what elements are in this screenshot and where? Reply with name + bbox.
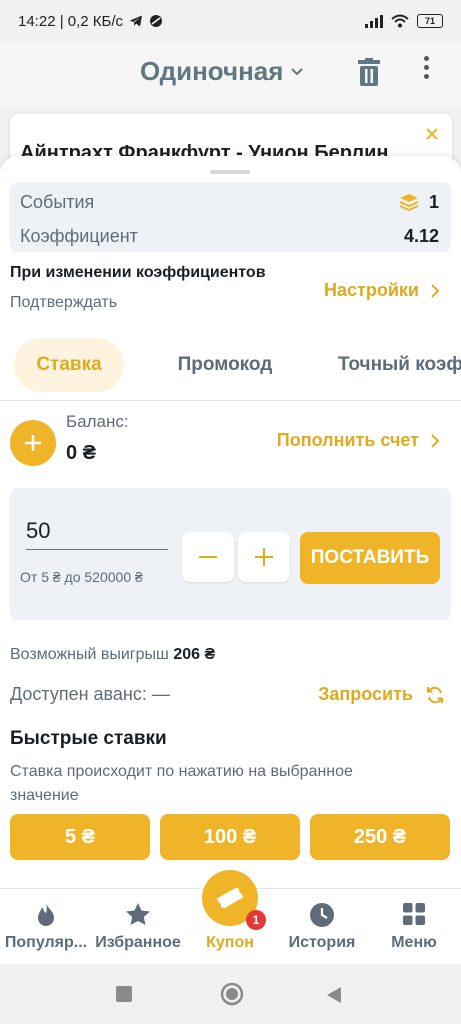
chevron-right-icon (431, 433, 439, 448)
nav-menu[interactable]: Меню (368, 890, 460, 964)
stake-panel: 50 От 5 ₴ до 520000 ₴ ПОСТАВИТЬ (10, 488, 451, 620)
add-funds-button[interactable] (10, 420, 56, 466)
more-dot-icon (424, 65, 429, 70)
balance-label: Баланс: (66, 412, 129, 431)
more-dot-icon (424, 74, 429, 79)
battery-level: 71 (424, 16, 435, 26)
grid-icon (403, 903, 425, 925)
nav-coupon-label: Купон (206, 934, 254, 951)
nav-favorites[interactable]: Избранное (92, 890, 184, 964)
battery-icon: 71 (417, 14, 443, 28)
nav-history-label: История (288, 934, 356, 951)
balance-value: 0 ₴ (66, 442, 97, 464)
telegram-icon (130, 15, 143, 27)
ticket-icon (216, 888, 244, 908)
wifi-icon (391, 14, 409, 28)
decrease-stake-button[interactable] (182, 532, 234, 582)
quick-bets-description: Ставка происходит по нажатию на выбранно… (10, 763, 353, 804)
chevron-down-icon (291, 67, 304, 75)
trash-button[interactable] (356, 58, 382, 93)
nav-coupon[interactable]: 1 Купон (184, 870, 276, 964)
quick-bet-button[interactable]: 100 ₴ (160, 814, 300, 860)
request-advance-label: Запросить (318, 684, 413, 704)
minus-icon (199, 556, 217, 558)
close-icon (426, 128, 438, 140)
bet-type-dropdown[interactable]: Одиночная (140, 56, 304, 87)
more-dot-icon (424, 56, 429, 61)
fire-icon (38, 903, 54, 926)
stake-amount-input[interactable]: 50 (26, 516, 168, 550)
system-navigation-bar (0, 964, 461, 1024)
nav-favorites-label: Избранное (95, 934, 181, 951)
nav-popular[interactable]: Популяр... (0, 890, 92, 964)
coefficient-value: 4.12 (403, 225, 439, 246)
quick-bets-title: Быстрые ставки (10, 728, 167, 749)
back-icon[interactable] (326, 986, 342, 1004)
nav-popular-label: Популяр... (4, 934, 88, 951)
coupon-count-badge: 1 (246, 910, 266, 930)
quick-bet-button[interactable]: 250 ₴ (310, 814, 450, 860)
nav-history[interactable]: История (276, 890, 368, 964)
possible-win-label: Возможный выигрыш (10, 646, 169, 663)
more-menu-button[interactable] (424, 56, 429, 79)
divider (0, 400, 461, 401)
top-up-link[interactable]: Пополнить счет (277, 430, 439, 451)
bet-slip-sheet: События 1 Коэффициент 4.12 При изменении… (0, 156, 461, 966)
sheet-drag-handle[interactable] (210, 170, 250, 174)
nav-menu-label: Меню (391, 934, 437, 951)
settings-link[interactable]: Настройки (324, 280, 439, 301)
remove-event-button[interactable] (426, 124, 438, 145)
top-up-label: Пополнить счет (276, 430, 419, 450)
increase-stake-button[interactable] (238, 532, 290, 582)
bottom-navigation: Популяр... Избранное 1 Купон История Мен… (0, 870, 461, 964)
app-icon (150, 15, 163, 27)
chevron-right-icon (431, 283, 439, 298)
plus-icon (255, 548, 273, 566)
signal-icon (365, 14, 383, 28)
status-bar: 14:22 | 0,2 КБ/с 71 (0, 0, 461, 42)
tab-stake[interactable]: Ставка (14, 338, 124, 392)
request-advance-link[interactable]: Запросить (318, 684, 445, 705)
slip-tabs: Ставка Промокод Точный коэффициент (0, 338, 461, 400)
balance-row: Баланс: 0 ₴ Пополнить счет (10, 408, 451, 478)
quick-bet-button[interactable]: 5 ₴ (10, 814, 150, 860)
coefficient-label: Коэффициент (20, 225, 138, 246)
plus-icon (25, 435, 41, 451)
possible-win-value: 206 ₴ (173, 646, 216, 663)
refresh-icon (427, 686, 443, 703)
advance-row: Доступен аванс: — Запросить (10, 676, 451, 712)
slip-summary: События 1 Коэффициент 4.12 (10, 182, 451, 252)
layers-icon (399, 194, 419, 211)
tab-exact-coefficient[interactable]: Точный коэффициент (338, 338, 461, 392)
tab-promocode[interactable]: Промокод (160, 338, 290, 392)
events-label: События (20, 191, 95, 212)
star-icon (126, 903, 150, 925)
status-time: 14:22 | 0,2 КБ/с (18, 12, 124, 30)
clock-icon (310, 903, 334, 927)
odds-change-settings: При изменении коэффициентов Подтверждать… (10, 264, 451, 324)
app-header: Одиночная (0, 42, 461, 106)
place-bet-button[interactable]: ПОСТАВИТЬ (300, 532, 440, 584)
advance-label: Доступен аванс: — (10, 684, 170, 704)
stake-range-hint: От 5 ₴ до 520000 ₴ (20, 569, 143, 585)
events-count: 1 (428, 191, 439, 212)
trash-icon (358, 58, 380, 86)
possible-win: Возможный выигрыш 206 ₴ (10, 646, 215, 664)
recent-apps-icon[interactable] (116, 986, 132, 1002)
page-title: Одиночная (140, 56, 284, 86)
settings-label: Настройки (324, 280, 419, 300)
home-icon[interactable] (220, 982, 244, 1006)
